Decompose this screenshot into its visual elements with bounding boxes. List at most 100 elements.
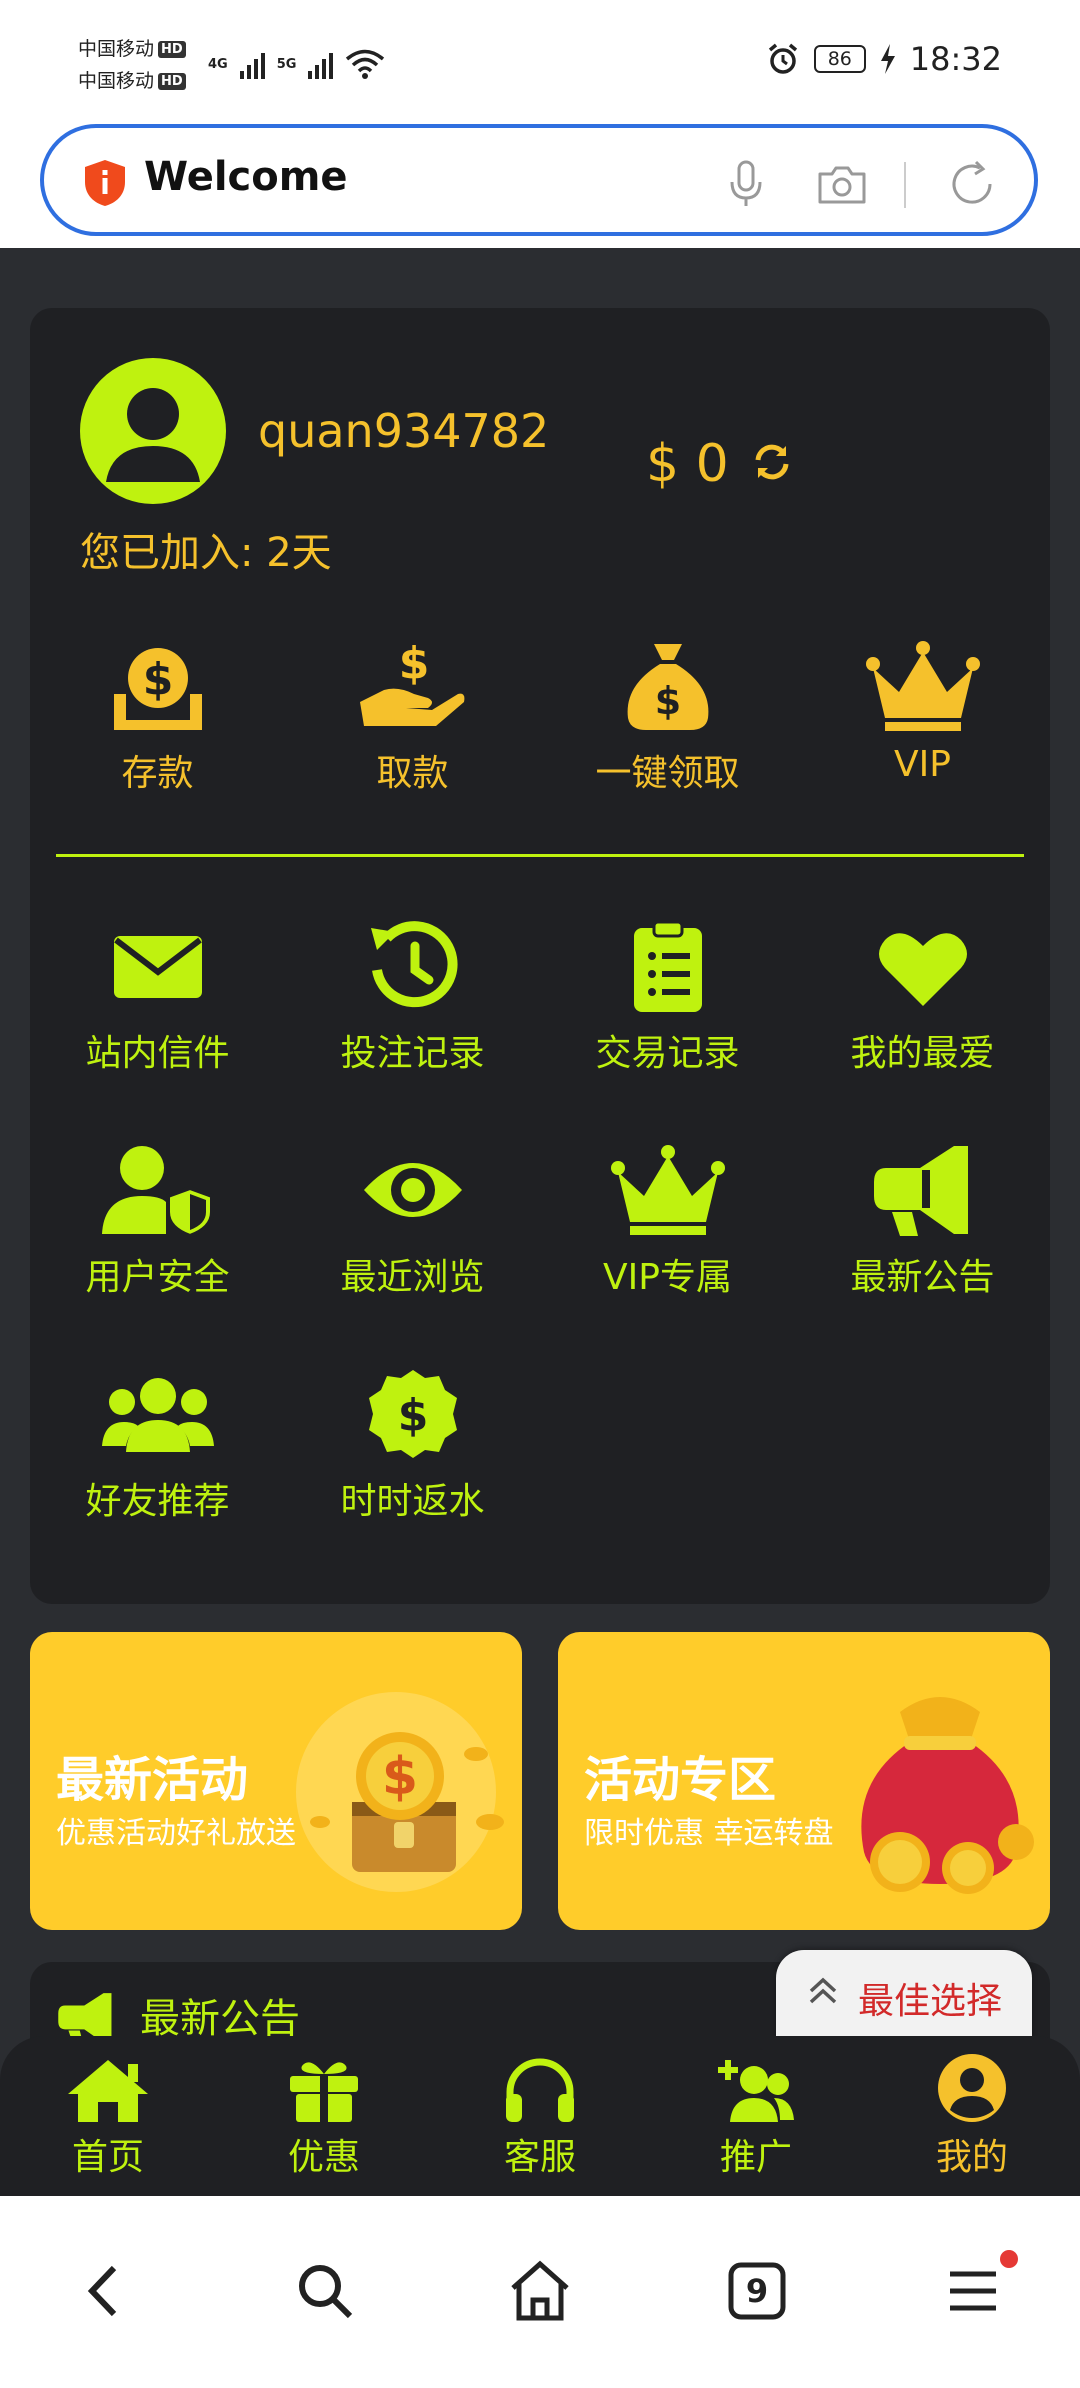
nav-support[interactable]: 客服 [432, 2036, 648, 2196]
battery-indicator: 86 [813, 45, 866, 73]
menu-label: 最新公告 [850, 1257, 995, 1298]
menu-label: 用户安全 [85, 1257, 230, 1298]
quick-actions: $ 存款 $ 取款 $ 一键领取 VIP [30, 638, 1050, 796]
crown-icon [865, 641, 980, 731]
menu-row-1: 站内信件 投注记录 交易记录 我的最爱 [30, 918, 1050, 1076]
menu-item-rebate[interactable]: $ 时时返水 [285, 1366, 540, 1524]
claim-all-button[interactable]: $ 一键领取 [540, 638, 795, 796]
tabs-count: 9 [745, 2272, 769, 2310]
nav-promote[interactable]: 推广 [648, 2036, 864, 2196]
vip-button[interactable]: VIP [795, 638, 1050, 796]
menu-item-referral[interactable]: 好友推荐 [30, 1366, 285, 1524]
menu-label: 投注记录 [340, 1033, 485, 1074]
promo-event-zone[interactable]: 活动专区 限时优惠 幸运转盘 [558, 1632, 1050, 1930]
svg-text:$: $ [397, 1390, 428, 1441]
mail-icon [113, 936, 202, 998]
carrier-2: 中国移动 HD [78, 66, 186, 93]
promo-latest-events[interactable]: $ 最新活动 优惠活动好礼放送 [30, 1632, 522, 1930]
clock: 18:32 [909, 40, 1002, 78]
promo-title: 最新活动 [56, 1752, 249, 1808]
svg-text:$: $ [382, 1747, 418, 1807]
menu-item-announcements[interactable]: 最新公告 [795, 1142, 1050, 1300]
charging-icon [880, 44, 895, 74]
menu-icon[interactable] [938, 2256, 1008, 2326]
status-right: 86 18:32 [766, 40, 1002, 78]
user-icon [106, 388, 200, 482]
menu-item-vip-exclusive[interactable]: VIP专属 [540, 1142, 795, 1300]
withdraw-icon: $ [359, 638, 464, 726]
divider [904, 162, 906, 208]
claim-all-label: 一键领取 [595, 753, 740, 794]
menu-label: 好友推荐 [85, 1481, 230, 1522]
user-circle-icon [938, 2054, 1006, 2122]
network-type-2: 5G [276, 56, 297, 72]
menu-item-recent[interactable]: 最近浏览 [285, 1142, 540, 1300]
menu-row-2: 用户安全 最近浏览 VIP专属 最新公告 [30, 1142, 1050, 1300]
network-indicators: 4G 5G [208, 44, 385, 84]
alarm-icon [768, 43, 797, 74]
vip-label: VIP [894, 744, 951, 785]
carrier-1: 中国移动 HD [78, 34, 186, 61]
promo-title: 活动专区 [584, 1752, 777, 1808]
lucky-bag-icon [861, 1697, 1034, 1894]
address-text: Welcome [144, 154, 348, 200]
bottom-nav: 首页 优惠 客服 推广 我的 [0, 2036, 1080, 2196]
nav-label: 推广 [719, 2137, 792, 2178]
headset-icon [506, 2058, 574, 2122]
search-icon[interactable] [290, 2256, 360, 2326]
address-bar[interactable]: Welcome [40, 124, 1038, 236]
joined-days: 您已加入: 2天 [80, 530, 332, 576]
nav-home[interactable]: 首页 [0, 2036, 216, 2196]
menu-label: 时时返水 [340, 1481, 485, 1522]
shield-icon [85, 160, 125, 206]
avatar[interactable] [80, 358, 226, 504]
deposit-button[interactable]: $ 存款 [30, 638, 285, 796]
best-choice-label: 最佳选择 [858, 1981, 1003, 2022]
svg-text:$: $ [398, 638, 429, 689]
menu-item-bet-history[interactable]: 投注记录 [285, 918, 540, 1076]
menu-label: 最近浏览 [340, 1257, 485, 1298]
balance-value: $ 0 [646, 434, 729, 494]
status-bar: 中国移动 HD 中国移动 HD 4G 5G 86 18:32 [0, 0, 1080, 118]
promo-subtitle: 优惠活动好礼放送 [56, 1816, 296, 1851]
signal-icon [308, 49, 334, 79]
section-divider [56, 854, 1024, 857]
promo-subtitle: 限时优惠 幸运转盘 [584, 1816, 834, 1851]
network-type-1: 4G [208, 56, 228, 72]
eye-icon [363, 1163, 462, 1217]
signal-icon [239, 49, 265, 79]
menu-label: 我的最爱 [850, 1033, 995, 1074]
dollar-badge-icon: $ [368, 1370, 457, 1458]
svg-text:$: $ [142, 654, 173, 705]
reload-icon[interactable] [944, 156, 1000, 212]
nav-label: 首页 [71, 2137, 144, 2178]
menu-item-transactions[interactable]: 交易记录 [540, 918, 795, 1076]
gift-icon [290, 2062, 358, 2122]
nav-mine[interactable]: 我的 [864, 2036, 1080, 2196]
withdraw-button[interactable]: $ 取款 [285, 638, 540, 796]
user-plus-icon [718, 2060, 794, 2122]
menu-row-3: 好友推荐 $ 时时返水 [30, 1366, 1050, 1524]
tabs-button[interactable]: 9 [722, 2256, 792, 2326]
menu-label: 交易记录 [595, 1033, 740, 1074]
withdraw-label: 取款 [376, 753, 449, 794]
refresh-icon[interactable] [750, 440, 794, 484]
home-icon[interactable] [505, 2256, 575, 2326]
deposit-icon: $ [113, 648, 202, 730]
menu-label: VIP专属 [603, 1257, 732, 1298]
back-icon[interactable] [70, 2256, 140, 2326]
svg-text:$: $ [654, 679, 680, 723]
wifi-icon [346, 49, 385, 79]
menu-label: 站内信件 [85, 1033, 230, 1074]
nav-offers[interactable]: 优惠 [216, 2036, 432, 2196]
menu-item-security[interactable]: 用户安全 [30, 1142, 285, 1300]
menu-item-mail[interactable]: 站内信件 [30, 918, 285, 1076]
menu-item-favorites[interactable]: 我的最爱 [795, 918, 1050, 1076]
microphone-icon[interactable] [718, 156, 774, 212]
treasure-chest-icon: $ [296, 1692, 504, 1892]
users-icon [101, 1378, 214, 1452]
double-chevron-up-icon [809, 1977, 837, 2004]
camera-icon[interactable] [814, 156, 870, 212]
nav-label: 客服 [503, 2137, 576, 2178]
best-choice-button[interactable]: 最佳选择 [776, 1950, 1032, 2040]
